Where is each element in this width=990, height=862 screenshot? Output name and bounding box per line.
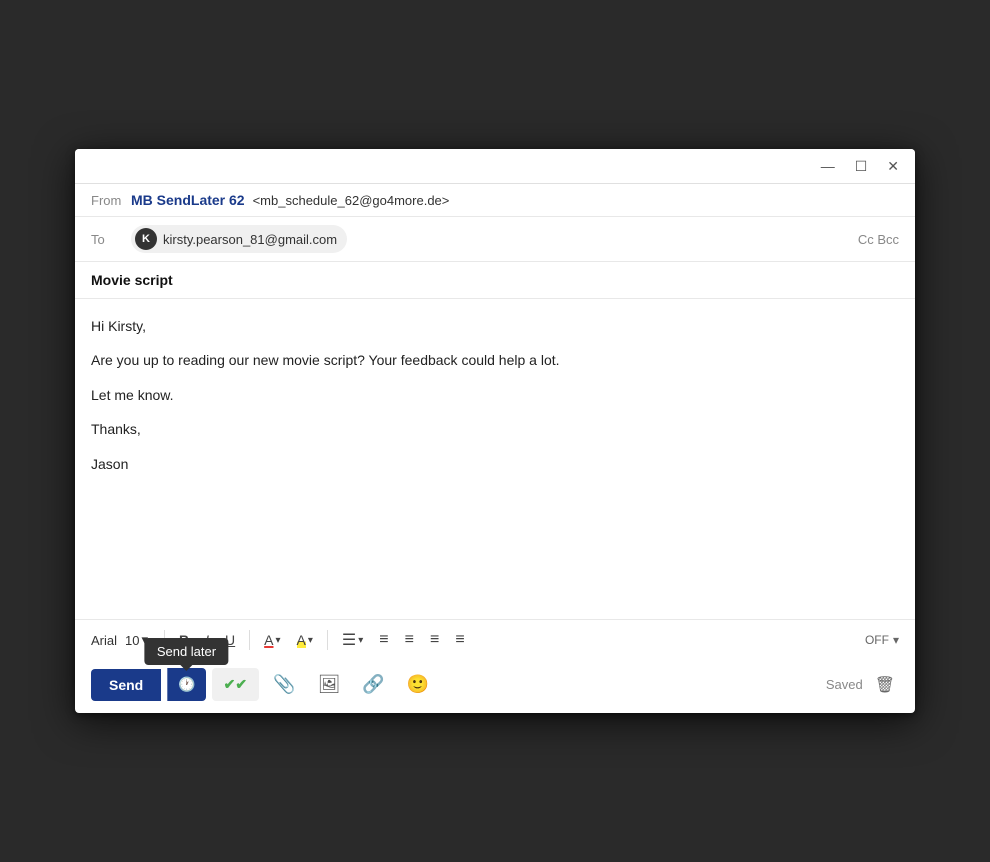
underline-button[interactable]: U <box>219 628 241 652</box>
bold-button[interactable]: B <box>173 628 195 652</box>
compose-window: — ☐ ✕ From MB SendLater 62 <mb_schedule_… <box>75 149 915 713</box>
sender-name: MB SendLater 62 <box>131 192 245 208</box>
ordered-list-button[interactable]: ≡ <box>373 627 394 653</box>
body-signature: Jason <box>91 453 899 475</box>
align-arrow: ▾ <box>358 635 363 646</box>
font-color-label: A <box>264 632 273 648</box>
font-color-arrow: ▾ <box>276 635 281 646</box>
unordered-list-button[interactable]: ≡ <box>399 627 420 653</box>
highlight-button[interactable]: A ▾ <box>291 628 319 652</box>
image-icon: 🖼 <box>318 674 341 695</box>
align-icon: ☰ <box>342 630 356 650</box>
image-button[interactable]: 🖼 <box>310 668 349 701</box>
send-later-container: Send later 🕐 <box>167 668 205 701</box>
send-button[interactable]: Send <box>91 669 161 701</box>
cc-bcc-button[interactable]: Cc Bcc <box>858 232 899 247</box>
indent-button[interactable]: ≡ <box>424 627 445 653</box>
avatar: K <box>135 228 157 250</box>
body-line2: Let me know. <box>91 384 899 406</box>
sender-email: <mb_schedule_62@go4more.de> <box>253 193 450 208</box>
send-label: Send <box>109 677 143 693</box>
separator-1 <box>164 630 165 650</box>
outdent-button[interactable]: ≡ <box>449 627 470 653</box>
separator-3 <box>327 630 328 650</box>
body-closing: Thanks, <box>91 418 899 440</box>
off-toggle[interactable]: OFF ▾ <box>865 633 899 647</box>
action-bar: Send Send later 🕐 ✔✔ 📎 🖼 🔗 🙂 Saved 🗑 <box>75 660 915 713</box>
link-icon: 🔗 <box>362 674 384 695</box>
font-color-button[interactable]: A ▾ <box>258 628 286 652</box>
check-icon: ✔✔ <box>224 676 247 693</box>
email-body[interactable]: Hi Kirsty, Are you up to reading our new… <box>75 299 915 619</box>
link-button[interactable]: 🔗 <box>354 668 392 701</box>
font-size-selector[interactable]: 10 ▾ <box>125 632 148 648</box>
maximize-button[interactable]: ☐ <box>851 157 872 175</box>
from-label: From <box>91 193 131 208</box>
recipient-chip[interactable]: K kirsty.pearson_81@gmail.com <box>131 225 347 253</box>
separator-2 <box>249 630 250 650</box>
minimize-button[interactable]: — <box>817 157 839 175</box>
saved-status: Saved 🗑 <box>826 671 899 699</box>
saved-text: Saved <box>826 677 863 692</box>
off-label: OFF <box>865 633 889 647</box>
from-sender: MB SendLater 62 <mb_schedule_62@go4more.… <box>131 192 449 208</box>
highlight-arrow: ▾ <box>308 635 313 646</box>
subject-field[interactable]: Movie script <box>75 262 915 299</box>
to-label: To <box>91 232 131 247</box>
italic-button[interactable]: I <box>199 628 215 652</box>
formatting-toolbar: Arial 10 ▾ B I U A ▾ A ▾ ☰ ▾ ≡ ≡ ≡ ≡ OFF… <box>75 619 915 660</box>
window-controls: — ☐ ✕ <box>817 157 903 175</box>
from-row: From MB SendLater 62 <mb_schedule_62@go4… <box>75 184 915 217</box>
emoji-button[interactable]: 🙂 <box>399 668 437 701</box>
to-row: To K kirsty.pearson_81@gmail.com Cc Bcc <box>75 217 915 262</box>
emoji-icon: 🙂 <box>407 674 429 695</box>
recipient-email: kirsty.pearson_81@gmail.com <box>163 232 337 247</box>
clock-icon: 🕐 <box>178 676 195 693</box>
title-bar: — ☐ ✕ <box>75 149 915 184</box>
highlight-label: A <box>297 632 306 648</box>
attach-button[interactable]: 📎 <box>265 668 303 701</box>
trash-button[interactable]: 🗑 <box>871 671 899 699</box>
align-button[interactable]: ☰ ▾ <box>336 626 369 654</box>
close-button[interactable]: ✕ <box>883 157 903 175</box>
font-family-selector[interactable]: Arial <box>91 633 117 648</box>
attach-icon: 📎 <box>273 674 295 695</box>
body-greeting: Hi Kirsty, <box>91 315 899 337</box>
off-arrow: ▾ <box>893 633 899 647</box>
body-line1: Are you up to reading our new movie scri… <box>91 349 899 371</box>
check-button[interactable]: ✔✔ <box>212 668 259 701</box>
send-clock-button[interactable]: 🕐 <box>167 668 205 701</box>
trash-icon: 🗑 <box>875 677 895 694</box>
